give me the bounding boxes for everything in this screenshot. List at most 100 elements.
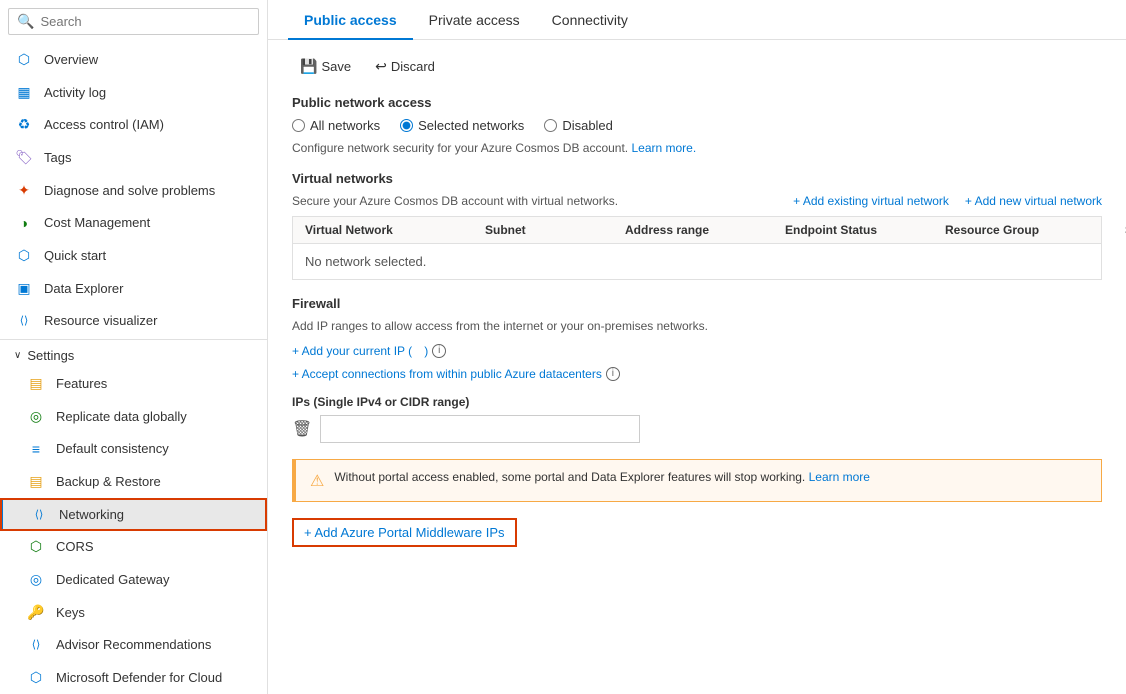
diagnose-label: Diagnose and solve problems bbox=[44, 183, 215, 198]
search-input[interactable] bbox=[40, 14, 250, 29]
access-control-item[interactable]: ♻ Access control (IAM) bbox=[0, 108, 267, 141]
settings-section-header[interactable]: ∨ Settings bbox=[0, 342, 267, 367]
tags-icon: 🏷 bbox=[14, 147, 34, 167]
network-description: Configure network security for your Azur… bbox=[292, 141, 1102, 155]
vnet-table-header: Virtual Network Subnet Address range End… bbox=[293, 217, 1101, 244]
resource-visualizer-icon: ⟨⟩ bbox=[14, 311, 34, 331]
add-ip-info-icon: i bbox=[432, 344, 446, 358]
add-existing-vnet-button[interactable]: + Add existing virtual network bbox=[793, 194, 949, 208]
activity-log-item[interactable]: ▦ Activity log bbox=[0, 76, 267, 109]
tabs-bar: Public access Private access Connectivit… bbox=[268, 0, 1126, 40]
warning-triangle-icon: ⚠ bbox=[310, 471, 324, 491]
tab-private-access[interactable]: Private access bbox=[413, 0, 536, 40]
selected-networks-option[interactable]: Selected networks bbox=[400, 118, 524, 133]
features-item[interactable]: ▤ Features bbox=[0, 367, 267, 400]
vnet-header: Secure your Azure Cosmos DB account with… bbox=[292, 194, 1102, 208]
access-control-icon: ♻ bbox=[14, 115, 34, 135]
firewall-title: Firewall bbox=[292, 296, 1102, 311]
keys-icon: 🔑 bbox=[26, 602, 46, 622]
data-explorer-label: Data Explorer bbox=[44, 281, 123, 296]
all-networks-option[interactable]: All networks bbox=[292, 118, 380, 133]
backup-restore-icon: ▤ bbox=[26, 472, 46, 492]
replicate-item[interactable]: ◎ Replicate data globally bbox=[0, 400, 267, 433]
diagnose-icon: ✦ bbox=[14, 180, 34, 200]
advisor-item[interactable]: ⟨⟩ Advisor Recommendations bbox=[0, 629, 267, 662]
discard-button[interactable]: ↩ Discard bbox=[367, 54, 443, 79]
col-virtual-network: Virtual Network bbox=[305, 223, 485, 237]
toolbar: 💾 Save ↩ Discard bbox=[292, 54, 1102, 79]
virtual-networks-title: Virtual networks bbox=[292, 171, 1102, 186]
features-label: Features bbox=[56, 376, 107, 391]
disabled-radio[interactable] bbox=[544, 119, 557, 132]
main-content: Public access Private access Connectivit… bbox=[268, 0, 1126, 694]
ip-input-row: 🗑 bbox=[292, 415, 1102, 443]
disabled-option[interactable]: Disabled bbox=[544, 118, 613, 133]
selected-networks-label: Selected networks bbox=[418, 118, 524, 133]
defender-item[interactable]: ⬡ Microsoft Defender for Cloud bbox=[0, 661, 267, 694]
warning-box: ⚠ Without portal access enabled, some po… bbox=[292, 459, 1102, 502]
resource-visualizer-label: Resource visualizer bbox=[44, 313, 157, 328]
advisor-label: Advisor Recommendations bbox=[56, 637, 211, 652]
col-address-range: Address range bbox=[625, 223, 785, 237]
all-networks-label: All networks bbox=[310, 118, 380, 133]
col-resource-group: Resource Group bbox=[945, 223, 1125, 237]
discard-icon: ↩ bbox=[375, 58, 387, 75]
add-azure-portal-middleware-button[interactable]: + Add Azure Portal Middleware IPs bbox=[292, 518, 517, 547]
all-networks-radio[interactable] bbox=[292, 119, 305, 132]
selected-networks-radio[interactable] bbox=[400, 119, 413, 132]
quick-start-item[interactable]: ⬡ Quick start bbox=[0, 239, 267, 272]
data-explorer-icon: ▣ bbox=[14, 278, 34, 298]
default-consistency-item[interactable]: ≡ Default consistency bbox=[0, 433, 267, 466]
features-icon: ▤ bbox=[26, 373, 46, 393]
quick-start-icon: ⬡ bbox=[14, 245, 34, 265]
replicate-label: Replicate data globally bbox=[56, 409, 187, 424]
network-access-radio-group: All networks Selected networks Disabled bbox=[292, 118, 1102, 133]
networking-item[interactable]: ⟨⟩ Networking bbox=[0, 498, 267, 531]
backup-restore-label: Backup & Restore bbox=[56, 474, 161, 489]
cors-item[interactable]: ⬡ CORS bbox=[0, 531, 267, 564]
sidebar: 🔍 ⬡ Overview ▦ Activity log ♻ Access con… bbox=[0, 0, 268, 694]
vnet-table: Virtual Network Subnet Address range End… bbox=[292, 216, 1102, 280]
diagnose-item[interactable]: ✦ Diagnose and solve problems bbox=[0, 174, 267, 207]
keys-item[interactable]: 🔑 Keys bbox=[0, 596, 267, 629]
accept-connections-row: + Accept connections from within public … bbox=[292, 366, 1102, 385]
overview-icon: ⬡ bbox=[14, 49, 34, 69]
cors-label: CORS bbox=[56, 539, 94, 554]
tab-connectivity[interactable]: Connectivity bbox=[536, 0, 644, 40]
ip-input-label: IPs (Single IPv4 or CIDR range) bbox=[292, 395, 1102, 409]
settings-label: Settings bbox=[27, 348, 74, 363]
dedicated-gateway-item[interactable]: ◎ Dedicated Gateway bbox=[0, 563, 267, 596]
tags-item[interactable]: 🏷 Tags bbox=[0, 141, 267, 174]
overview-label: Overview bbox=[44, 52, 98, 67]
add-current-ip-link[interactable]: + Add your current IP ( ) i bbox=[292, 344, 446, 358]
accept-connections-info-icon: i bbox=[606, 367, 620, 381]
overview-item[interactable]: ⬡ Overview bbox=[0, 43, 267, 76]
defender-label: Microsoft Defender for Cloud bbox=[56, 670, 222, 685]
vnet-links: + Add existing virtual network + Add new… bbox=[793, 194, 1102, 208]
cost-management-item[interactable]: ◑ Cost Management bbox=[0, 206, 267, 239]
data-explorer-item[interactable]: ▣ Data Explorer bbox=[0, 272, 267, 305]
backup-restore-item[interactable]: ▤ Backup & Restore bbox=[0, 465, 267, 498]
cost-management-label: Cost Management bbox=[44, 215, 150, 230]
tab-public-access[interactable]: Public access bbox=[288, 0, 413, 40]
search-bar[interactable]: 🔍 bbox=[8, 8, 259, 35]
search-icon: 🔍 bbox=[17, 13, 34, 30]
activity-log-label: Activity log bbox=[44, 85, 106, 100]
default-consistency-label: Default consistency bbox=[56, 441, 169, 456]
dedicated-gateway-icon: ◎ bbox=[26, 570, 46, 590]
settings-divider bbox=[0, 339, 267, 340]
delete-ip-icon[interactable]: 🗑 bbox=[292, 419, 312, 439]
add-ip-suffix: ) bbox=[424, 344, 428, 358]
warning-learn-more-link[interactable]: Learn more bbox=[809, 470, 870, 484]
activity-log-icon: ▦ bbox=[14, 82, 34, 102]
learn-more-link[interactable]: Learn more. bbox=[631, 141, 696, 155]
save-button[interactable]: 💾 Save bbox=[292, 54, 359, 79]
add-current-ip-row: + Add your current IP ( ) i bbox=[292, 343, 1102, 362]
ip-input-field[interactable] bbox=[320, 415, 640, 443]
keys-label: Keys bbox=[56, 605, 85, 620]
warning-text: Without portal access enabled, some port… bbox=[334, 470, 870, 484]
dedicated-gateway-label: Dedicated Gateway bbox=[56, 572, 169, 587]
accept-connections-link[interactable]: + Accept connections from within public … bbox=[292, 367, 620, 381]
resource-visualizer-item[interactable]: ⟨⟩ Resource visualizer bbox=[0, 305, 267, 338]
add-new-vnet-button[interactable]: + Add new virtual network bbox=[965, 194, 1102, 208]
